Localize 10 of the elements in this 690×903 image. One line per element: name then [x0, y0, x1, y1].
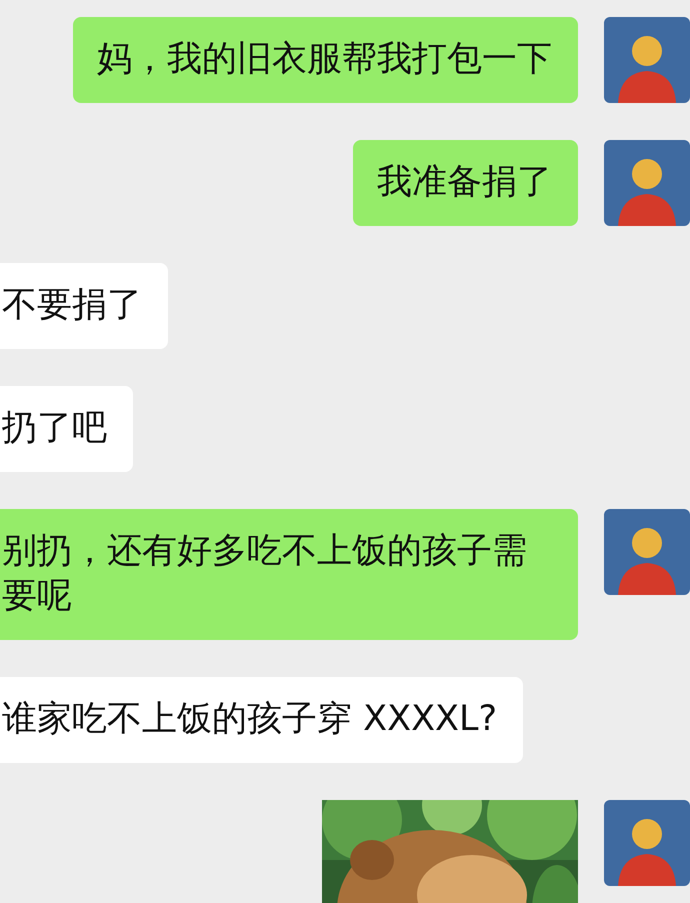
message-bubble: 不要捐了	[0, 263, 168, 349]
message-bubble: 我准备捐了	[353, 140, 578, 226]
avatar[interactable]	[604, 509, 690, 595]
avatar[interactable]	[604, 800, 690, 886]
message-bubble: 谁家吃不上饭的孩子穿 XXXXL?	[0, 677, 524, 763]
avatar[interactable]	[604, 140, 690, 226]
message-bubble: 别扔，还有好多吃不上饭的孩子需要呢	[0, 509, 578, 640]
message-bubble: 扔了吧	[0, 386, 133, 472]
avatar[interactable]	[604, 17, 690, 103]
message-bubble: 妈，我的旧衣服帮我打包一下	[73, 17, 578, 103]
